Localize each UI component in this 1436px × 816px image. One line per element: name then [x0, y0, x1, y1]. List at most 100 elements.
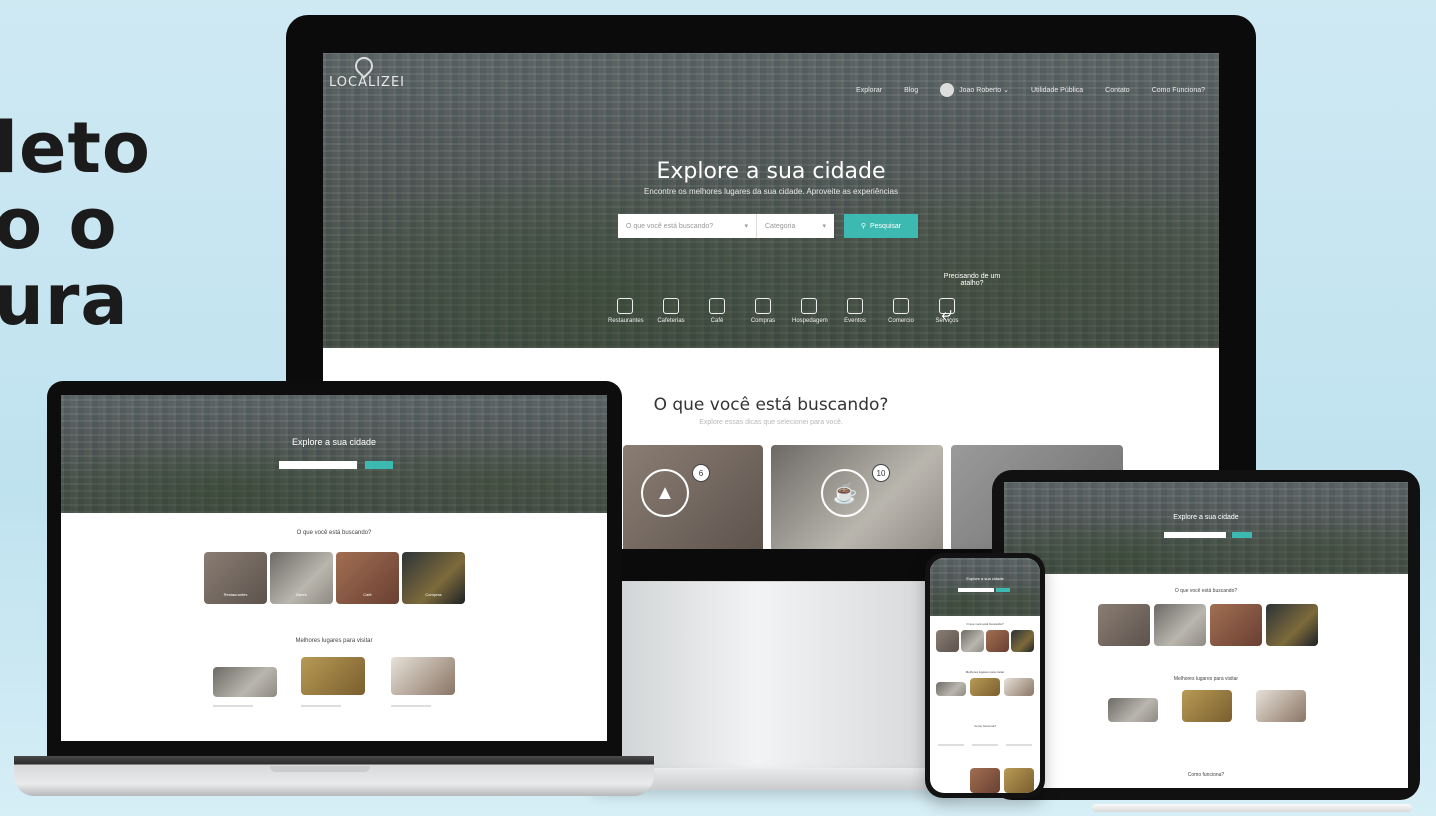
tablet-search-button[interactable]: [1232, 532, 1252, 538]
tablet-tile-3[interactable]: [1210, 604, 1262, 646]
laptop-notch: [270, 766, 370, 772]
phone-place-5[interactable]: [1004, 768, 1034, 793]
category-label: Eventos: [844, 318, 866, 324]
category-label: Restaurantes: [608, 318, 644, 324]
laptop-tile-1[interactable]: Restaurantes: [204, 552, 267, 604]
phone-place-1[interactable]: [936, 682, 966, 696]
tablet-place-1[interactable]: [1108, 698, 1158, 722]
phone-hero: Explore a sua cidade: [930, 558, 1040, 616]
utensils-icon: [617, 298, 633, 314]
chevron-down-icon: ⌄: [1003, 86, 1009, 94]
laptop-place-1[interactable]: [213, 667, 277, 697]
phone-tile-4[interactable]: [1011, 630, 1034, 652]
tile-label: Café: [363, 592, 372, 597]
nav-item-como-funciona[interactable]: Como Funciona?: [1152, 87, 1205, 94]
nav-item-contato[interactable]: Contato: [1105, 87, 1130, 94]
category-label: Cafeterias: [657, 318, 685, 324]
laptop-tile-4[interactable]: Compras: [402, 552, 465, 604]
phone-tile-3[interactable]: [986, 630, 1009, 652]
tablet-search-input[interactable]: [1164, 532, 1226, 538]
phone-tile-1[interactable]: [936, 630, 959, 652]
search-placeholder: O que você está buscando?: [626, 222, 714, 230]
phone-place-3[interactable]: [1004, 678, 1034, 696]
category-select[interactable]: Categoria ▾: [756, 214, 834, 238]
check-icon: [847, 298, 863, 314]
phone-place-4[interactable]: [970, 768, 1000, 793]
phone-best-title: Melhores lugares para visitar: [965, 670, 1005, 674]
laptop-section-title: O que você está buscando?: [296, 530, 372, 536]
caret-down-icon: ▾: [744, 223, 748, 230]
hotel-icon: [801, 298, 817, 314]
phone-hero-title: Explore a sua cidade: [966, 576, 1004, 581]
laptop-device: Explore a sua cidade O que você está bus…: [47, 381, 622, 756]
stylus: [1092, 804, 1412, 812]
tile-restaurantes[interactable]: ▲ 6: [623, 445, 763, 549]
nav-item-utilidade[interactable]: Utilidade Pública: [1031, 87, 1083, 94]
search-bar: O que você está buscando? ▾ Categoria ▾ ⚲ P…: [618, 214, 918, 238]
placeholder-line: [1006, 744, 1032, 746]
category-compras[interactable]: Compras: [746, 298, 780, 324]
caret-down-icon: ▾: [822, 223, 826, 230]
brand-logo-text: LOCALIZEI: [329, 75, 406, 90]
hero-subtitle: Encontre os melhores lugares da sua cida…: [644, 187, 898, 196]
nav-item-explorar[interactable]: Explorar: [856, 87, 882, 94]
laptop-hero-title: Explore a sua cidade: [291, 437, 377, 447]
laptop-search-button[interactable]: [365, 461, 393, 469]
tag-icon: [893, 298, 909, 314]
tablet-how-title: Como funciona?: [1187, 772, 1225, 778]
shop-icon: [755, 298, 771, 314]
tablet-place-3[interactable]: [1256, 690, 1306, 722]
tablet-tile-2[interactable]: [1154, 604, 1206, 646]
search-icon: ⚲: [860, 223, 866, 230]
search-input[interactable]: O que você está buscando? ▾: [618, 214, 756, 238]
placeholder-line: [391, 705, 431, 707]
category-comercio[interactable]: Comercio: [884, 298, 918, 324]
tablet-place-2[interactable]: [1182, 690, 1232, 722]
headline-line-1: leto: [0, 107, 152, 189]
tile-label: Restaurantes: [223, 592, 248, 597]
category-cafeterias[interactable]: Cafeterias: [654, 298, 688, 324]
tablet-hero-title: Explore a sua cidade: [1173, 514, 1239, 521]
laptop-tile-2[interactable]: Bares: [270, 552, 333, 604]
user-name: Joao Roberto: [959, 86, 1002, 94]
phone-search-button[interactable]: [996, 588, 1010, 592]
category-restaurantes[interactable]: Restaurantes: [608, 298, 644, 324]
category-eventos[interactable]: Eventos: [838, 298, 872, 324]
tablet-tile-4[interactable]: [1266, 604, 1318, 646]
laptop-place-2[interactable]: [301, 657, 365, 695]
search-button[interactable]: ⚲ Pesquisar: [844, 214, 918, 238]
tablet-screen: Explore a sua cidade O que você está bus…: [1004, 482, 1408, 788]
laptop-search-input[interactable]: [279, 461, 357, 469]
nav-item-blog[interactable]: Blog: [904, 87, 918, 94]
search-button-label: Pesquisar: [870, 222, 902, 230]
laptop-hero: Explore a sua cidade: [61, 395, 607, 513]
laptop-best-title: Melhores lugares para visitar: [295, 638, 373, 644]
laptop-tile-3[interactable]: Café: [336, 552, 399, 604]
coffee-icon: ☕: [821, 469, 869, 517]
laptop-screen: Explore a sua cidade O que você está bus…: [61, 395, 607, 741]
coffee-icon: [709, 298, 725, 314]
phone-search-input[interactable]: [958, 588, 994, 592]
tablet-best-title: Melhores lugares para visitar: [1173, 676, 1239, 682]
phone-section-title: O que você está buscando?: [966, 622, 1004, 626]
headline: leto o o ura: [0, 110, 151, 338]
tile-label: Bares: [296, 592, 307, 597]
phone-device: Explore a sua cidade O que você está bus…: [925, 553, 1045, 798]
count-badge: 10: [873, 465, 889, 481]
category-label: Compras: [750, 318, 776, 324]
placeholder-line: [213, 705, 253, 707]
tablet-tile-1[interactable]: [1098, 604, 1150, 646]
count-badge: 6: [693, 465, 709, 481]
category-hospedagem[interactable]: Hospedagem: [792, 298, 828, 324]
brand-logo[interactable]: LOCALIZEI: [329, 53, 406, 90]
tile-cafe[interactable]: ☕ 10: [771, 445, 943, 549]
category-placeholder: Categoria: [765, 222, 796, 230]
laptop-place-3[interactable]: [391, 657, 455, 695]
phone-place-2[interactable]: [970, 678, 1000, 696]
category-label: Hospedagem: [792, 318, 828, 324]
headline-line-3: ura: [0, 259, 129, 341]
phone-tile-2[interactable]: [961, 630, 984, 652]
placeholder-line: [938, 744, 964, 746]
nav-item-user[interactable]: Joao Roberto ⌄: [940, 83, 1009, 97]
category-cafe[interactable]: Café: [700, 298, 734, 324]
